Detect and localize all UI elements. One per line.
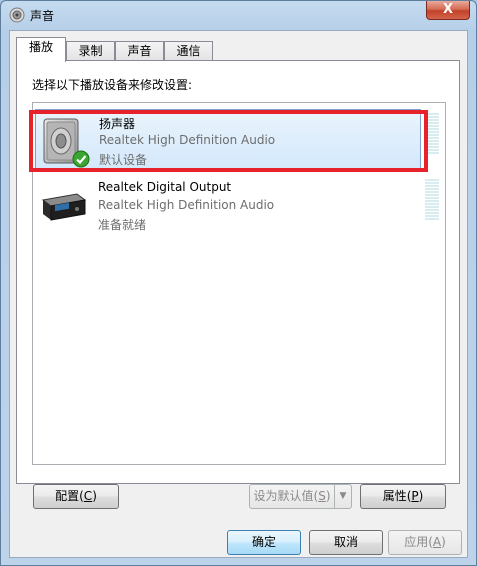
button-label: 配置( bbox=[55, 489, 84, 503]
instruction-label: 选择以下播放设备来修改设置: bbox=[32, 78, 193, 92]
close-icon: X bbox=[442, 2, 454, 17]
device-status: 准备就绪 bbox=[98, 218, 147, 232]
button-label: 应用( bbox=[404, 535, 433, 549]
access-key: C bbox=[83, 489, 93, 503]
button-label-suffix: ) bbox=[441, 535, 446, 549]
button-label-suffix: ) bbox=[325, 489, 331, 503]
set-default-button[interactable]: 设为默认值(S) ▼ bbox=[249, 484, 352, 509]
properties-button[interactable]: 属性(P) bbox=[360, 484, 446, 509]
device-name: Realtek Digital Output bbox=[98, 180, 232, 194]
window-title: 声音 bbox=[30, 9, 55, 23]
chevron-down-icon[interactable]: ▼ bbox=[334, 485, 351, 508]
tab-recording[interactable]: 录制 bbox=[66, 41, 115, 61]
volume-meter bbox=[425, 179, 439, 221]
tab-playback[interactable]: 播放 bbox=[16, 37, 66, 62]
tab-communications[interactable]: 通信 bbox=[164, 41, 213, 61]
sound-dialog: 声音 X 播放 录制 声音 通信 选择以下播放设备来修改设置: 扬声器 Real… bbox=[0, 0, 477, 566]
button-label: 设为默认值( bbox=[253, 489, 319, 503]
ok-button[interactable]: 确定 bbox=[227, 530, 301, 555]
access-key: A bbox=[432, 535, 442, 549]
device-item-digital-output[interactable]: Realtek Digital Output Realtek High Defi… bbox=[35, 175, 421, 237]
highlight-box bbox=[29, 110, 428, 172]
button-label-suffix: ) bbox=[92, 489, 97, 503]
tab-sounds[interactable]: 声音 bbox=[115, 41, 164, 61]
access-key: S bbox=[318, 489, 326, 503]
close-button[interactable]: X bbox=[426, 1, 470, 20]
apply-button[interactable]: 应用(A) bbox=[388, 530, 462, 555]
button-label-suffix: ) bbox=[418, 489, 424, 503]
set-default-main[interactable]: 设为默认值(S) bbox=[250, 485, 334, 508]
access-key: P bbox=[411, 489, 419, 503]
cancel-button[interactable]: 取消 bbox=[309, 530, 383, 555]
device-driver: Realtek High Definition Audio bbox=[98, 198, 275, 212]
digital-output-device-icon bbox=[41, 193, 87, 221]
speaker-icon bbox=[9, 7, 25, 23]
title-bar[interactable]: 声音 X bbox=[1, 1, 476, 29]
configure-button[interactable]: 配置(C) bbox=[33, 484, 119, 509]
button-label: 属性( bbox=[382, 489, 412, 503]
